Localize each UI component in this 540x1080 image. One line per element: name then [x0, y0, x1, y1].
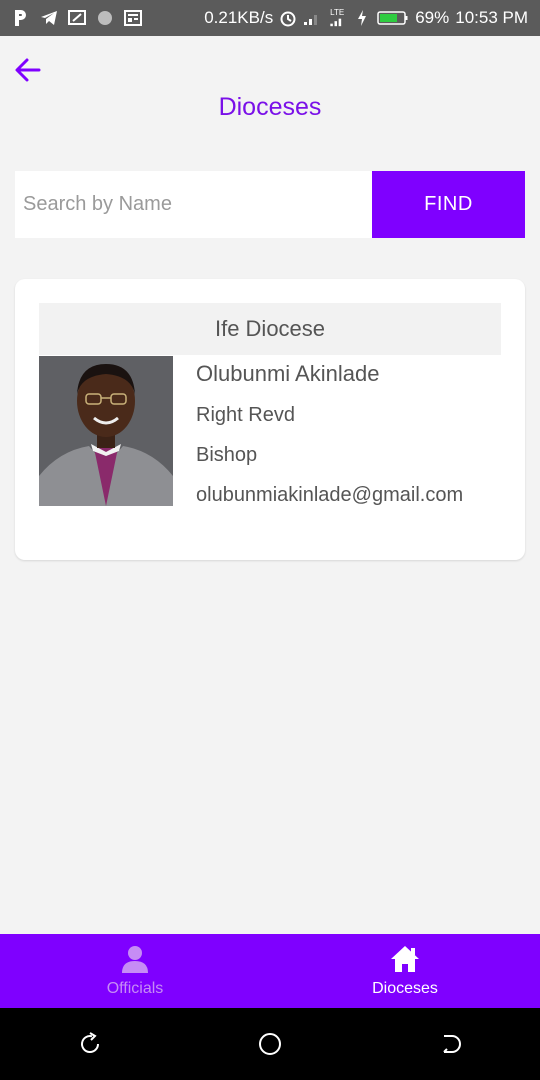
alarm-icon — [279, 9, 297, 27]
back-system-icon — [443, 1035, 461, 1053]
network-speed: 0.21KB/s — [204, 8, 274, 27]
charging-icon — [353, 9, 371, 27]
circle-indicator-icon — [96, 9, 114, 27]
clock: 10:53 PM — [455, 8, 528, 27]
home-circle-icon — [259, 1033, 281, 1055]
telegram-icon — [40, 9, 58, 27]
recent-apps-button[interactable] — [70, 1024, 110, 1064]
news-icon — [124, 9, 142, 27]
person-icon — [122, 946, 148, 973]
recent-apps-icon — [81, 1032, 100, 1053]
search-row: FIND — [15, 171, 525, 238]
home-button[interactable] — [250, 1024, 290, 1064]
official-photo — [39, 356, 173, 506]
nav-officials[interactable]: Officials — [0, 934, 270, 1008]
official-email: olubunmiakinlade@gmail.com — [196, 484, 464, 506]
official-role: Bishop — [196, 444, 258, 466]
system-nav-bar — [0, 1008, 540, 1080]
page-title: Dioceses — [218, 93, 322, 121]
official-info: Olubunmi Akinlade Right Revd Bishop olub… — [196, 359, 463, 507]
diocese-name: Ife Diocese — [39, 303, 501, 355]
search-input[interactable] — [15, 171, 372, 238]
battery-percent: 69% — [415, 8, 450, 27]
back-system-button[interactable] — [430, 1024, 470, 1064]
find-button[interactable]: FIND — [372, 171, 525, 238]
lte-signal-icon: LTE — [327, 9, 347, 27]
arrow-left-icon — [15, 58, 41, 82]
status-bar: 0.21KB/s LTE 69% 10:53 PM — [0, 0, 540, 36]
signal-icon — [303, 9, 321, 27]
nav-officials-label: Officials — [106, 980, 164, 997]
home-icon — [391, 946, 419, 972]
nav-dioceses[interactable]: Dioceses — [270, 934, 540, 1008]
battery-icon — [377, 9, 409, 27]
bottom-nav: Officials Dioceses — [0, 934, 540, 1008]
cast-icon — [68, 9, 86, 27]
parking-app-icon — [12, 9, 30, 27]
back-button[interactable] — [10, 52, 46, 88]
official-title: Right Revd — [196, 404, 295, 426]
official-name: Olubunmi Akinlade — [196, 361, 380, 386]
nav-dioceses-label: Dioceses — [372, 980, 438, 997]
lte-label: LTE — [330, 8, 345, 17]
diocese-card[interactable]: Ife Diocese Olubunmi Akinlade Right Revd — [15, 279, 525, 560]
